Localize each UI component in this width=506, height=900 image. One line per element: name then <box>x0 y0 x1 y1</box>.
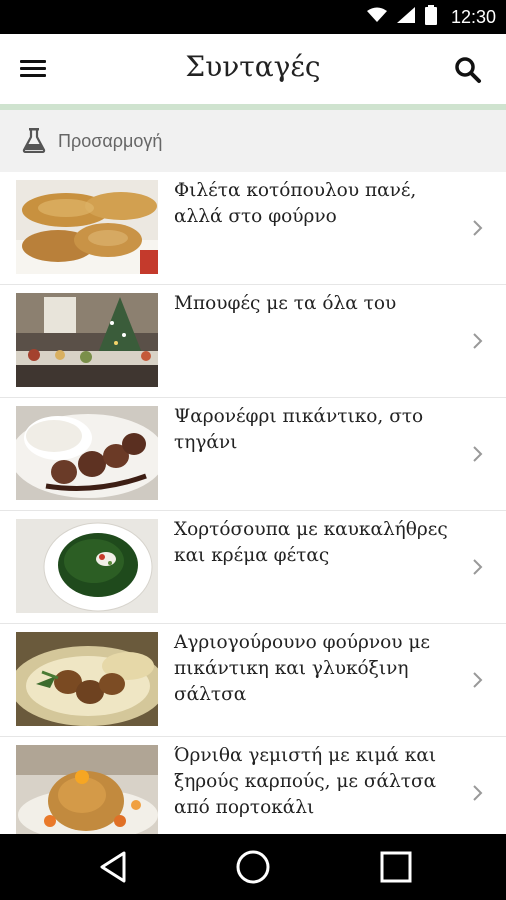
recipe-title: Φιλέτα κοτόπουλου πανέ, αλλά στο φούρνο <box>174 180 417 227</box>
recipe-thumbnail <box>16 406 158 500</box>
status-bar: 12:30 <box>0 0 506 34</box>
page-title: Συνταγές <box>185 50 321 83</box>
chevron-right-icon <box>472 444 484 464</box>
wifi-icon <box>366 7 387 28</box>
chevron-right-icon <box>472 218 484 238</box>
chevron-right-icon <box>472 557 484 577</box>
recipe-list-item[interactable]: Ψαρονέφρι πικάντικο, στο τηγάνι <box>0 398 506 511</box>
battery-icon <box>424 4 437 30</box>
recipe-list-item[interactable]: Φιλέτα κοτόπουλου πανέ, αλλά στο φούρνο <box>0 172 506 285</box>
recents-icon[interactable] <box>376 849 416 885</box>
home-icon[interactable] <box>233 849 273 885</box>
recipe-list: Φιλέτα κοτόπουλου πανέ, αλλά στο φούρνο … <box>0 172 506 834</box>
recipe-list-item[interactable]: Μπουφές με τα όλα του <box>0 285 506 398</box>
flask-icon <box>22 127 46 154</box>
recipe-thumbnail <box>16 632 158 726</box>
recipe-thumbnail <box>16 519 158 613</box>
recipe-title: Χορτόσουπα με καυκαλήθρες και κρέμα φέτα… <box>174 519 448 566</box>
recipe-list-item[interactable]: Χορτόσουπα με καυκαλήθρες και κρέμα φέτα… <box>0 511 506 624</box>
system-nav-bar <box>0 834 506 900</box>
signal-icon <box>396 6 415 28</box>
recipe-thumbnail <box>16 745 158 834</box>
recipe-list-item[interactable]: Όρνιθα γεμιστή με κιμά και ξηρούς καρπού… <box>0 737 506 834</box>
search-icon[interactable] <box>452 54 484 86</box>
recipe-title: Ψαρονέφρι πικάντικο, στο τηγάνι <box>174 406 424 453</box>
customize-filter-button[interactable]: Προσαρμογή <box>0 110 506 172</box>
recipe-title: Αγριογούρουνο φούρνου με πικάντικη και γ… <box>174 632 430 705</box>
customize-label: Προσαρμογή <box>58 131 163 151</box>
recipe-title: Όρνιθα γεμιστή με κιμά και ξηρούς καρπού… <box>174 745 437 818</box>
app-bar: Συνταγές <box>0 34 506 104</box>
status-time: 12:30 <box>450 6 496 27</box>
recipe-title: Μπουφές με τα όλα του <box>174 293 397 314</box>
back-icon[interactable] <box>94 849 134 885</box>
chevron-right-icon <box>472 783 484 803</box>
recipe-thumbnail <box>16 180 158 274</box>
chevron-right-icon <box>472 670 484 690</box>
recipe-thumbnail <box>16 293 158 387</box>
recipe-list-item[interactable]: Αγριογούρουνο φούρνου με πικάντικη και γ… <box>0 624 506 737</box>
chevron-right-icon <box>472 331 484 351</box>
